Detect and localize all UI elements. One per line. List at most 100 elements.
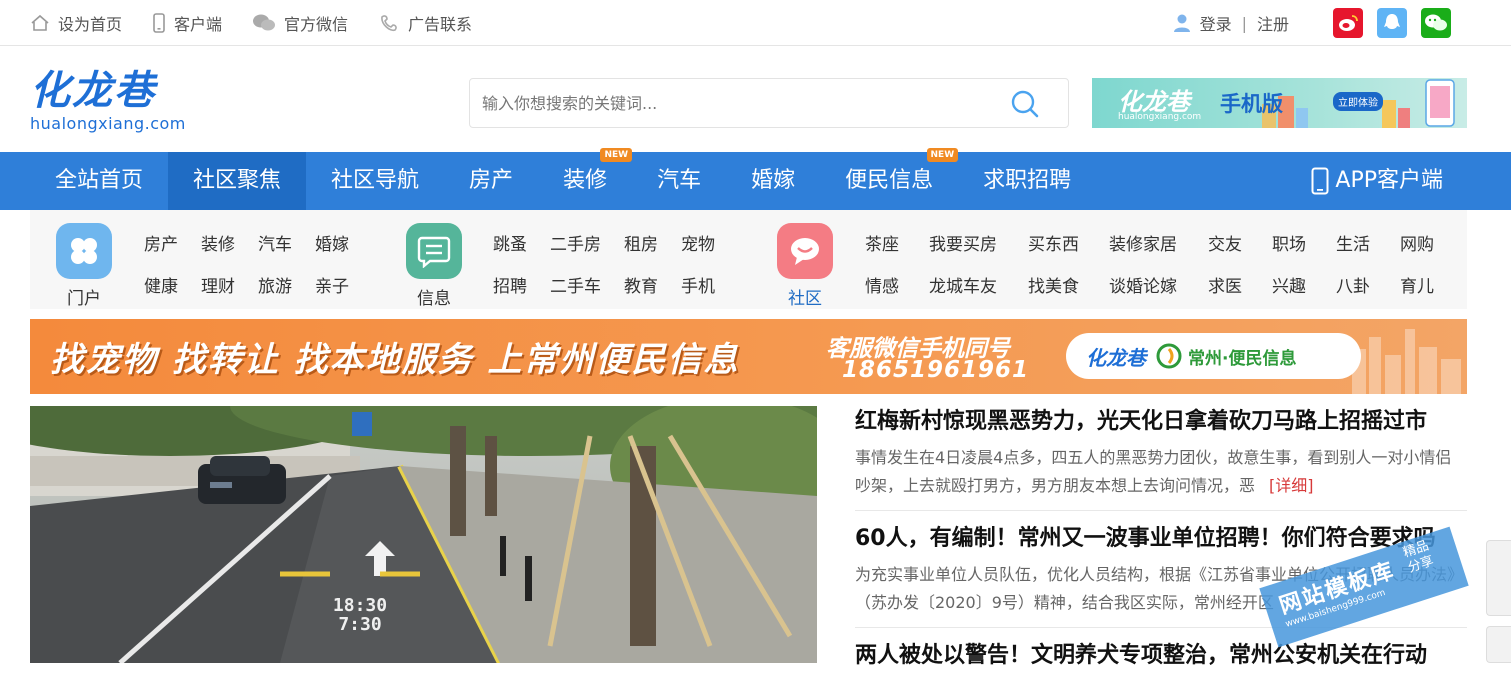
portal-links: 房产 装修 汽车 婚嫁 健康 理财 旅游 亲子 — [144, 230, 372, 297]
quick-link[interactable]: 龙城车友 — [929, 272, 1028, 297]
logo-text: 化龙巷 — [30, 68, 156, 114]
nav-item-community-focus[interactable]: 社区聚焦 — [168, 152, 307, 210]
quick-link[interactable]: 网购 — [1400, 230, 1440, 255]
promo-banner[interactable]: 找宠物 找转让 找本地服务 上常州便民信息 客服微信手机同号 186519619… — [30, 319, 1467, 394]
site-logo[interactable]: 化龙巷 hualongxiang.com — [30, 68, 186, 133]
ad-contact-link[interactable]: 广告联系 — [378, 11, 472, 35]
portal-icon-tile[interactable] — [56, 223, 112, 279]
watermark-tags: 精品 分享 — [1401, 538, 1436, 576]
nav-item-local-info[interactable]: 便民信息 NEW — [820, 148, 959, 210]
promo-brand-pill: 化龙巷 常州·便民信息 — [1066, 333, 1361, 379]
quick-link[interactable]: 教育 — [624, 272, 681, 297]
nav-item-label: 房产 — [469, 168, 514, 193]
quick-link[interactable]: 婚嫁 — [315, 230, 372, 255]
side-float-widget[interactable] — [1486, 540, 1511, 616]
quick-link[interactable]: 汽车 — [258, 230, 315, 255]
mobile-phone-icon — [1311, 167, 1329, 195]
search-icon[interactable] — [1010, 89, 1040, 119]
quick-link[interactable]: 跳蚤 — [493, 230, 550, 255]
nav-item-jobs[interactable]: 求职招聘 — [958, 152, 1096, 210]
quick-link[interactable]: 买东西 — [1028, 230, 1109, 255]
quick-link[interactable]: 亲子 — [315, 272, 372, 297]
quick-link[interactable]: 情感 — [865, 272, 929, 297]
news-detail-link[interactable]: [详细] — [1269, 476, 1314, 495]
nav-item-home[interactable]: 全站首页 — [0, 152, 168, 210]
nav-item-wedding[interactable]: 婚嫁 — [726, 152, 820, 210]
logo-domain: hualongxiang.com — [30, 114, 186, 133]
quick-link[interactable]: 生活 — [1336, 230, 1400, 255]
quick-link[interactable]: 宠物 — [681, 230, 738, 255]
wechat-icon — [1425, 14, 1447, 31]
quick-link[interactable]: 找美食 — [1028, 272, 1109, 297]
user-icon — [1173, 14, 1190, 32]
quick-link[interactable]: 手机 — [681, 272, 738, 297]
quick-link[interactable]: 职场 — [1272, 230, 1336, 255]
app-download-banner[interactable]: 化龙巷 手机版 hualongxiang.com 立即体验 — [1092, 78, 1467, 128]
quick-link[interactable]: 谈婚论嫁 — [1109, 272, 1208, 297]
nav-app-client[interactable]: APP客户端 — [1311, 152, 1443, 210]
search-input[interactable] — [470, 79, 990, 127]
quick-link[interactable]: 旅游 — [258, 272, 315, 297]
top-right: 登录 | 注册 — [1172, 0, 1451, 46]
wechat-label: 官方微信 — [284, 15, 349, 34]
login-link[interactable]: 登录 — [1200, 11, 1232, 35]
new-badge: NEW — [600, 148, 633, 162]
wechat-button[interactable] — [1421, 8, 1451, 38]
phone-icon — [153, 13, 165, 33]
top-links: 设为首页 客户端 官方微信 广告联系 — [30, 0, 502, 46]
qq-button[interactable] — [1377, 8, 1407, 38]
quick-link[interactable]: 我要买房 — [929, 230, 1028, 255]
quick-link[interactable]: 二手房 — [550, 230, 624, 255]
set-homepage-link[interactable]: 设为首页 — [30, 11, 122, 35]
headset-icon — [381, 15, 397, 32]
message-list-icon — [417, 236, 451, 268]
community-links: 茶座 我要买房 买东西 装修家居 交友 职场 生活 网购 情感 龙城车友 找美食… — [865, 230, 1440, 297]
search-box — [469, 78, 1069, 128]
news-title[interactable]: 红梅新村惊现黑恶势力，光天化日拿着砍刀马路上招摇过市 — [855, 406, 1467, 438]
auth-links: 登录 | 注册 — [1172, 11, 1289, 35]
client-link[interactable]: 客户端 — [152, 11, 222, 35]
quick-link[interactable]: 理财 — [201, 272, 258, 297]
wechat-link[interactable]: 官方微信 — [252, 11, 348, 35]
register-link[interactable]: 注册 — [1257, 11, 1289, 35]
header: 化龙巷 hualongxiang.com 化龙巷 手机版 hualongxian… — [0, 46, 1511, 152]
main-nav: 全站首页 社区聚焦 社区导航 房产 装修 NEW 汽车 婚嫁 便民信息 NEW 求职… — [0, 148, 1511, 210]
weibo-button[interactable] — [1333, 8, 1363, 38]
app-banner-cta[interactable]: 立即体验 — [1333, 92, 1383, 111]
road-text-1: 18:30 — [333, 595, 387, 616]
community-icon-tile[interactable] — [777, 223, 833, 279]
nav-item-cars[interactable]: 汽车 — [632, 152, 726, 210]
featured-photo[interactable]: 18:30 7:30 — [30, 406, 817, 663]
quick-links-panel: 门户 房产 装修 汽车 婚嫁 健康 理财 旅游 亲子 信息 跳蚤 二手房 租房 … — [30, 210, 1467, 309]
street-photo-illustration: 18:30 7:30 — [30, 406, 817, 663]
quick-link[interactable]: 求医 — [1208, 272, 1272, 297]
quick-link[interactable]: 房产 — [144, 230, 201, 255]
quick-link[interactable]: 兴趣 — [1272, 272, 1336, 297]
quick-link[interactable]: 健康 — [144, 272, 201, 297]
nav-item-real-estate[interactable]: 房产 — [444, 152, 538, 210]
info-links: 跳蚤 二手房 租房 宠物 招聘 二手车 教育 手机 — [493, 230, 738, 297]
quick-link[interactable]: 招聘 — [493, 272, 550, 297]
promo-brand-sub: 常州·便民信息 — [1188, 348, 1297, 369]
quick-link[interactable]: 茶座 — [865, 230, 929, 255]
news-summary-text: 事情发生在4日凌晨4点多，四五人的黑恶势力团伙，故意生事，看到别人一对小情侣吵架… — [855, 448, 1452, 495]
quick-link[interactable]: 装修 — [201, 230, 258, 255]
nav-item-label: 汽车 — [657, 168, 702, 193]
set-homepage-label: 设为首页 — [58, 15, 123, 34]
nav-item-decoration[interactable]: 装修 NEW — [538, 148, 633, 210]
quick-link[interactable]: 八卦 — [1336, 272, 1400, 297]
qq-icon — [1384, 14, 1400, 29]
side-float-widget[interactable] — [1486, 626, 1511, 663]
nav-item-label: 社区聚焦 — [193, 168, 282, 193]
quick-link[interactable]: 二手车 — [550, 272, 624, 297]
nav-item-label: 装修 — [563, 168, 608, 193]
quick-link[interactable]: 装修家居 — [1109, 230, 1208, 255]
news-title[interactable]: 两人被处以警告！文明养犬专项整治，常州公安机关在行动 — [855, 640, 1467, 672]
quick-link[interactable]: 交友 — [1208, 230, 1272, 255]
quick-link[interactable]: 租房 — [624, 230, 681, 255]
quick-link[interactable]: 育儿 — [1400, 272, 1440, 297]
brand-leaf-icon — [1156, 343, 1182, 369]
info-icon-tile[interactable] — [406, 223, 462, 279]
top-bar: 设为首页 客户端 官方微信 广告联系 登录 | 注册 — [0, 0, 1511, 46]
nav-item-community-nav[interactable]: 社区导航 — [306, 152, 444, 210]
